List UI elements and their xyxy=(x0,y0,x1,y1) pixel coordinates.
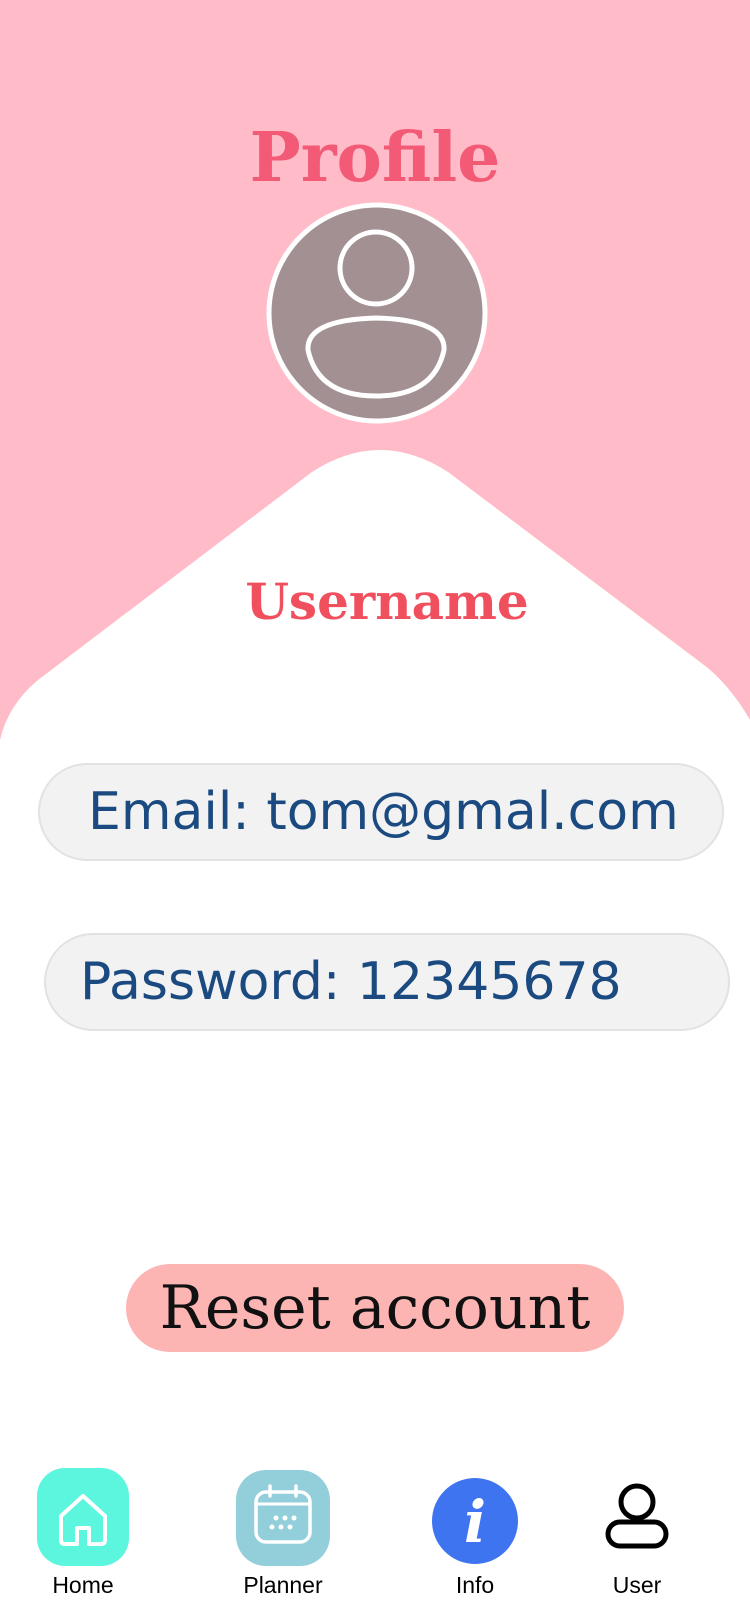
nav-item-home[interactable]: Home xyxy=(8,1460,158,1624)
username-label: Username xyxy=(245,572,529,631)
password-field[interactable]: Password: 12345678 xyxy=(44,933,730,1031)
email-text: Email: tom@gmal.com xyxy=(88,782,679,842)
nav-item-info[interactable]: i Info xyxy=(400,1460,550,1624)
user-icon xyxy=(605,1483,669,1549)
page-title: Profile xyxy=(249,118,501,198)
reset-account-label: Reset account xyxy=(159,1273,591,1343)
nav-label-home: Home xyxy=(52,1572,114,1598)
reset-account-button[interactable]: Reset account xyxy=(126,1264,624,1352)
info-icon: i xyxy=(432,1478,518,1564)
password-text: Password: 12345678 xyxy=(80,952,622,1012)
calendar-icon xyxy=(236,1470,330,1566)
nav-label-user: User xyxy=(612,1572,662,1598)
nav-item-planner[interactable]: Planner xyxy=(208,1460,358,1624)
bottom-nav: Home Planner i Info User xyxy=(0,1460,750,1624)
svg-text:i: i xyxy=(464,1488,486,1556)
nav-label-planner: Planner xyxy=(243,1572,323,1598)
avatar[interactable] xyxy=(266,202,488,424)
nav-label-info: Info xyxy=(455,1572,495,1598)
home-icon xyxy=(37,1468,129,1566)
nav-item-user[interactable]: User xyxy=(562,1460,712,1624)
email-field[interactable]: Email: tom@gmal.com xyxy=(38,763,724,861)
